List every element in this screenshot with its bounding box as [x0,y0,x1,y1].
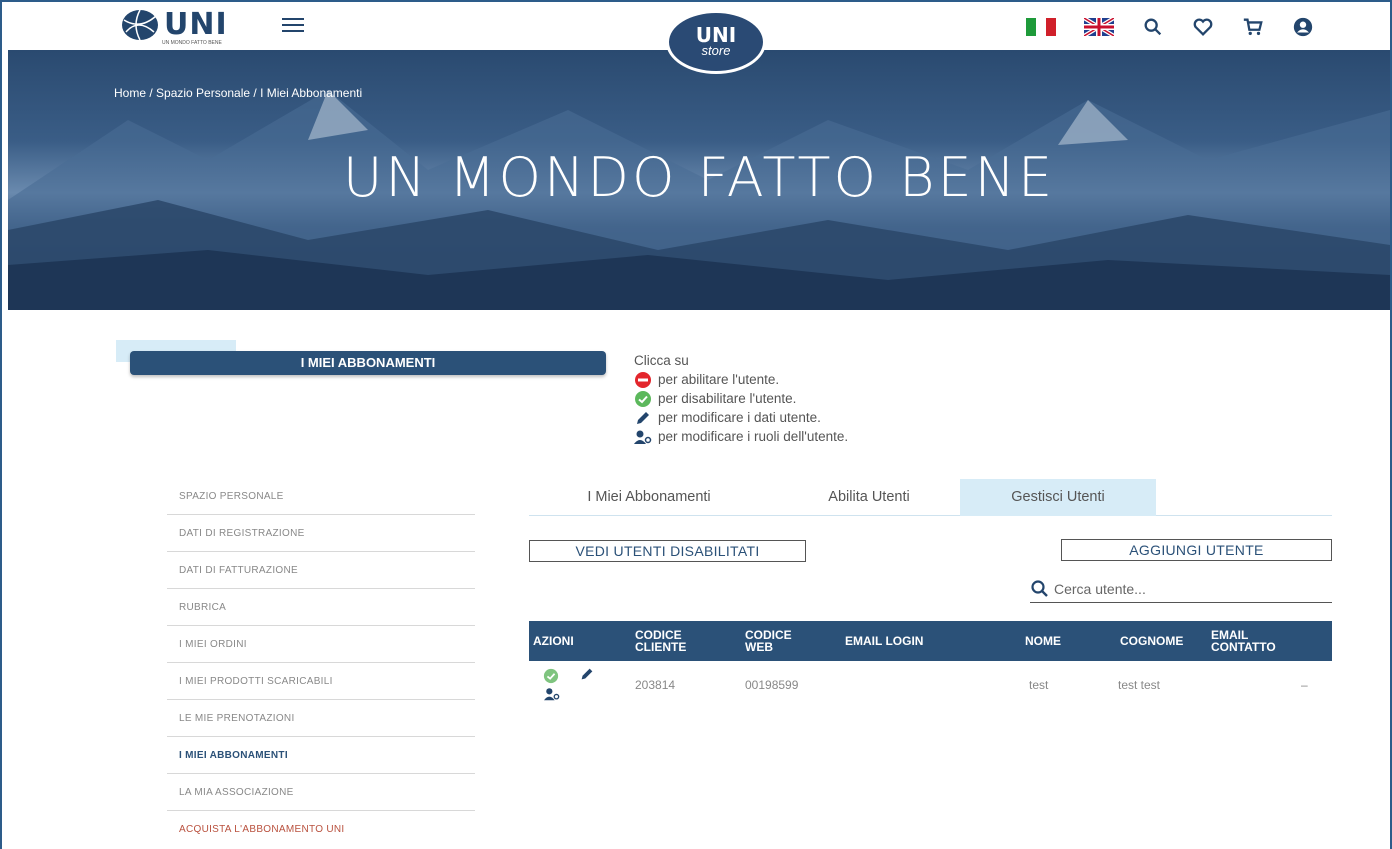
check-circle-icon[interactable] [543,668,559,684]
legend-disable-row: per disabilitare l'utente. [634,389,848,408]
legend-intro: Clicca su [634,353,689,368]
user-gear-icon[interactable] [543,686,561,702]
col-email-login: EMAIL LOGIN [845,634,924,648]
page-title: I MIEI ABBONAMENTI [130,351,606,375]
legend-roles-row: per modificare i ruoli dell'utente. [634,427,848,446]
sidebar-item-dati-fatturazione[interactable]: DATI DI FATTURAZIONE [167,552,475,589]
col-codice-web: CODICE WEB [745,628,792,654]
tab-miei-abbonamenti[interactable]: I Miei Abbonamenti [539,479,759,516]
legend-enable-row: per abilitare l'utente. [634,370,848,389]
cart-icon[interactable] [1242,16,1264,38]
cell-email-contatto: – [1301,678,1308,692]
globe-logo-icon [122,9,158,41]
flag-uk-icon[interactable] [1084,18,1114,36]
sidebar-item-dati-registrazione[interactable]: DATI DI REGISTRAZIONE [167,515,475,552]
col-nome: NOME [1025,634,1061,648]
check-circle-icon [635,390,651,407]
cell-codice-web: 00198599 [745,678,799,692]
heart-icon[interactable] [1192,16,1214,38]
search-icon[interactable] [1142,16,1164,38]
show-disabled-users-button[interactable]: VEDI UTENTI DISABILITATI [529,540,806,562]
unistore-badge[interactable]: UNI store [666,10,766,74]
tab-abilita-utenti[interactable]: Abilita Utenti [789,479,949,516]
sidebar-item-acquista-abbonamento[interactable]: ACQUISTA L'ABBONAMENTO UNI [167,811,475,848]
col-cognome: COGNOME [1120,634,1184,648]
cell-cognome: test test [1118,678,1161,692]
sidebar-item-abbonamenti[interactable]: I MIEI ABBONAMENTI [167,737,475,774]
legend-edit-text: per modificare i dati utente. [658,410,821,425]
add-user-button[interactable]: AGGIUNGI UTENTE [1061,539,1332,561]
account-sidebar: SPAZIO PERSONALE DATI DI REGISTRAZIONE D… [167,478,475,848]
sidebar-item-ordini[interactable]: I MIEI ORDINI [167,626,475,663]
breadcrumb[interactable]: Home / Spazio Personale / I Miei Abbonam… [114,86,362,100]
users-table-header: AZIONI CODICE CLIENTE CODICE WEB EMAIL LOG… [529,621,1332,661]
table-row: 203814 00198599 test test test – [529,664,1332,704]
tab-bar: I Miei Abbonamenti Abilita Utenti Gestis… [529,479,1332,516]
store-badge-line1: UNI [695,23,737,47]
hero-title: UN MONDO FATTO BENE [342,146,1056,209]
hamburger-menu-icon[interactable] [282,18,304,32]
col-email-contatto: EMAIL CONTATTO [1211,628,1276,654]
sidebar-item-rubrica[interactable]: RUBRICA [167,589,475,626]
legend-disable-text: per disabilitare l'utente. [658,391,797,406]
minus-circle-icon [635,371,651,388]
search-user-field[interactable]: Cerca utente... [1030,576,1332,603]
user-icon[interactable] [1292,16,1314,38]
actions-legend: Clicca su per abilitare l'utente. per di… [634,351,848,446]
tab-gestisci-utenti[interactable]: Gestisci Utenti [960,479,1156,516]
pencil-icon[interactable] [579,666,595,682]
search-icon [1031,580,1048,597]
sidebar-item-associazione[interactable]: LA MIA ASSOCIAZIONE [167,774,475,811]
sidebar-item-spazio-personale[interactable]: SPAZIO PERSONALE [167,478,475,515]
legend-edit-row: per modificare i dati utente. [634,408,848,427]
legend-enable-text: per abilitare l'utente. [658,372,780,387]
uni-logo[interactable]: UNI UN MONDO FATTO BENE [120,7,228,46]
header-icons [1026,16,1314,38]
pencil-icon [637,411,649,424]
logo-text: UNI [164,7,228,42]
sidebar-item-prenotazioni[interactable]: LE MIE PRENOTAZIONI [167,700,475,737]
logo-subtitle: UN MONDO FATTO BENE [162,40,222,46]
cell-nome: test [1029,678,1049,692]
user-gear-icon [634,430,652,444]
cell-codice-cliente: 203814 [635,678,676,692]
col-azioni: AZIONI [533,634,574,648]
hero-banner: Home / Spazio Personale / I Miei Abbonam… [8,50,1390,310]
sidebar-item-prodotti-scaricabili[interactable]: I MIEI PRODOTTI SCARICABILI [167,663,475,700]
legend-roles-text: per modificare i ruoli dell'utente. [658,429,849,444]
flag-italy-icon[interactable] [1026,18,1056,36]
col-codice-cliente: CODICE CLIENTE [635,628,687,654]
search-input[interactable]: Cerca utente... [1054,581,1146,597]
store-badge-line2: store [701,43,731,58]
